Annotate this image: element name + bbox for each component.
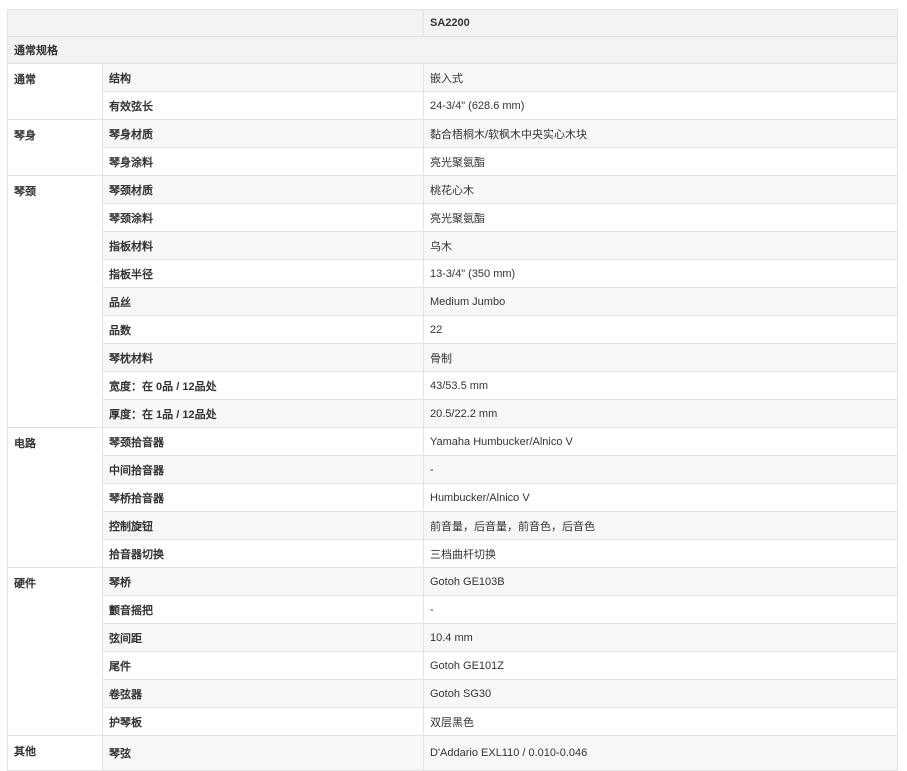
spec-item-value: 前音量，后音量，前音色，后音色 <box>423 511 898 540</box>
spec-row: 琴颈涂料 亮光聚氨酯 <box>8 203 898 232</box>
spec-row: 尾件 Gotoh GE101Z <box>8 651 898 680</box>
spec-item-value: Yamaha Humbucker/Alnico V <box>423 427 898 456</box>
spec-item-value: - <box>423 595 898 624</box>
spec-item-value: 13-3/4" (350 mm) <box>423 259 898 288</box>
spec-item-value: 骨制 <box>423 343 898 372</box>
spec-item-value: Gotoh SG30 <box>423 679 898 708</box>
spec-row: 琴身涂料 亮光聚氨酯 <box>8 147 898 176</box>
spec-item-value: Gotoh GE103B <box>423 567 898 596</box>
spec-row: 颤音摇把 - <box>8 595 898 624</box>
spec-row: 琴桥拾音器 Humbucker/Alnico V <box>8 483 898 512</box>
section-row: 通常规格 <box>7 36 898 64</box>
spec-row: 电路 琴颈拾音器 Yamaha Humbucker/Alnico V <box>7 427 898 568</box>
spec-item-value: 24-3/4" (628.6 mm) <box>423 91 898 120</box>
spec-item-value: 亮光聚氨酯 <box>423 147 898 176</box>
category-cell: 通常 <box>7 63 103 120</box>
spec-row: 琴枕材料 骨制 <box>8 343 898 372</box>
spec-item-value: 乌木 <box>423 231 898 260</box>
spec-item-value: 嵌入式 <box>423 63 898 92</box>
spec-row: 品丝 Medium Jumbo <box>8 287 898 316</box>
spec-row: 控制旋钮 前音量，后音量，前音色，后音色 <box>8 511 898 540</box>
spec-row: 卷弦器 Gotoh SG30 <box>8 679 898 708</box>
spec-item-label: 琴颈拾音器 <box>102 427 424 456</box>
spec-item-label: 琴枕材料 <box>102 343 424 372</box>
spec-row: 品数 22 <box>8 315 898 344</box>
spec-item-label: 琴身材质 <box>102 119 424 148</box>
spec-item-label: 琴弦 <box>102 735 424 771</box>
spec-item-label: 琴身涂料 <box>102 147 424 176</box>
spec-item-value: D'Addario EXL110 / 0.010-0.046 <box>423 735 898 771</box>
spec-row: 护琴板 双层黑色 <box>8 707 898 736</box>
header-row: SA2200 <box>7 9 898 37</box>
spec-row: 琴身 琴身材质 黏合梧桐木/软枫木中央实心木块 <box>7 119 898 176</box>
spec-table-body: SA2200 通常规格 通常 结构 嵌入式 有效弦长 24-3/4" (628.6 mm… <box>7 9 898 771</box>
spec-item-value: 10.4 mm <box>423 623 898 652</box>
spec-item-label: 拾音器切换 <box>102 539 424 568</box>
spec-item-label: 结构 <box>102 63 424 92</box>
spec-item-value: 黏合梧桐木/软枫木中央实心木块 <box>423 119 898 148</box>
spec-item-label: 品丝 <box>102 287 424 316</box>
spec-item-label: 宽度：在 0品 / 12品处 <box>102 371 424 400</box>
spec-row: 硬件 琴桥 Gotoh GE103B <box>7 567 898 736</box>
spec-item-label: 指板材料 <box>102 231 424 260</box>
spec-item-value: 20.5/22.2 mm <box>423 399 898 428</box>
header-blank-cell <box>7 9 424 37</box>
model-name: SA2200 <box>423 9 898 37</box>
category-cell: 琴身 <box>7 119 103 176</box>
spec-row: 指板半径 13-3/4" (350 mm) <box>8 259 898 288</box>
spec-item-label: 品数 <box>102 315 424 344</box>
spec-item-value: 双层黑色 <box>423 707 898 736</box>
spec-item-label: 尾件 <box>102 651 424 680</box>
category-cell: 其他 <box>7 735 103 771</box>
spec-item-value: 桃花心木 <box>423 175 898 204</box>
spec-item-label: 弦间距 <box>102 623 424 652</box>
spec-row: 通常 结构 嵌入式 <box>7 63 898 120</box>
spec-item-label: 指板半径 <box>102 259 424 288</box>
spec-table: SA2200 通常规格 通常 结构 嵌入式 有效弦长 24-3/4" (628.6 mm… <box>7 9 898 771</box>
category-cell: 硬件 <box>7 567 103 736</box>
spec-item-value: Medium Jumbo <box>423 287 898 316</box>
spec-item-label: 琴桥 <box>102 567 424 596</box>
spec-item-value: Gotoh GE101Z <box>423 651 898 680</box>
spec-item-label: 颤音摇把 <box>102 595 424 624</box>
spec-item-label: 琴颈材质 <box>102 175 424 204</box>
section-title: 通常规格 <box>7 36 898 64</box>
spec-item-label: 琴颈涂料 <box>102 203 424 232</box>
spec-row: 拾音器切换 三档曲杆切换 <box>8 539 898 568</box>
spec-item-label: 中间拾音器 <box>102 455 424 484</box>
spec-item-value: 22 <box>423 315 898 344</box>
spec-row: 中间拾音器 - <box>8 455 898 484</box>
spec-item-label: 厚度：在 1品 / 12品处 <box>102 399 424 428</box>
category-cell: 琴颈 <box>7 175 103 428</box>
spec-row: 有效弦长 24-3/4" (628.6 mm) <box>8 91 898 120</box>
spec-item-value: 亮光聚氨酯 <box>423 203 898 232</box>
spec-item-label: 有效弦长 <box>102 91 424 120</box>
spec-row: 指板材料 乌木 <box>8 231 898 260</box>
spec-item-value: - <box>423 455 898 484</box>
spec-item-value: 43/53.5 mm <box>423 371 898 400</box>
spec-row: 宽度：在 0品 / 12品处 43/53.5 mm <box>8 371 898 400</box>
spec-row: 其他 琴弦 D'Addario EXL110 / 0.010-0.046 <box>7 735 898 771</box>
spec-row: 弦间距 10.4 mm <box>8 623 898 652</box>
category-cell: 电路 <box>7 427 103 568</box>
spec-item-label: 卷弦器 <box>102 679 424 708</box>
spec-item-label: 护琴板 <box>102 707 424 736</box>
spec-item-value: 三档曲杆切换 <box>423 539 898 568</box>
spec-item-value: Humbucker/Alnico V <box>423 483 898 512</box>
spec-row: 厚度：在 1品 / 12品处 20.5/22.2 mm <box>8 399 898 428</box>
spec-item-label: 琴桥拾音器 <box>102 483 424 512</box>
spec-row: 琴颈 琴颈材质 桃花心木 <box>7 175 898 428</box>
spec-item-label: 控制旋钮 <box>102 511 424 540</box>
